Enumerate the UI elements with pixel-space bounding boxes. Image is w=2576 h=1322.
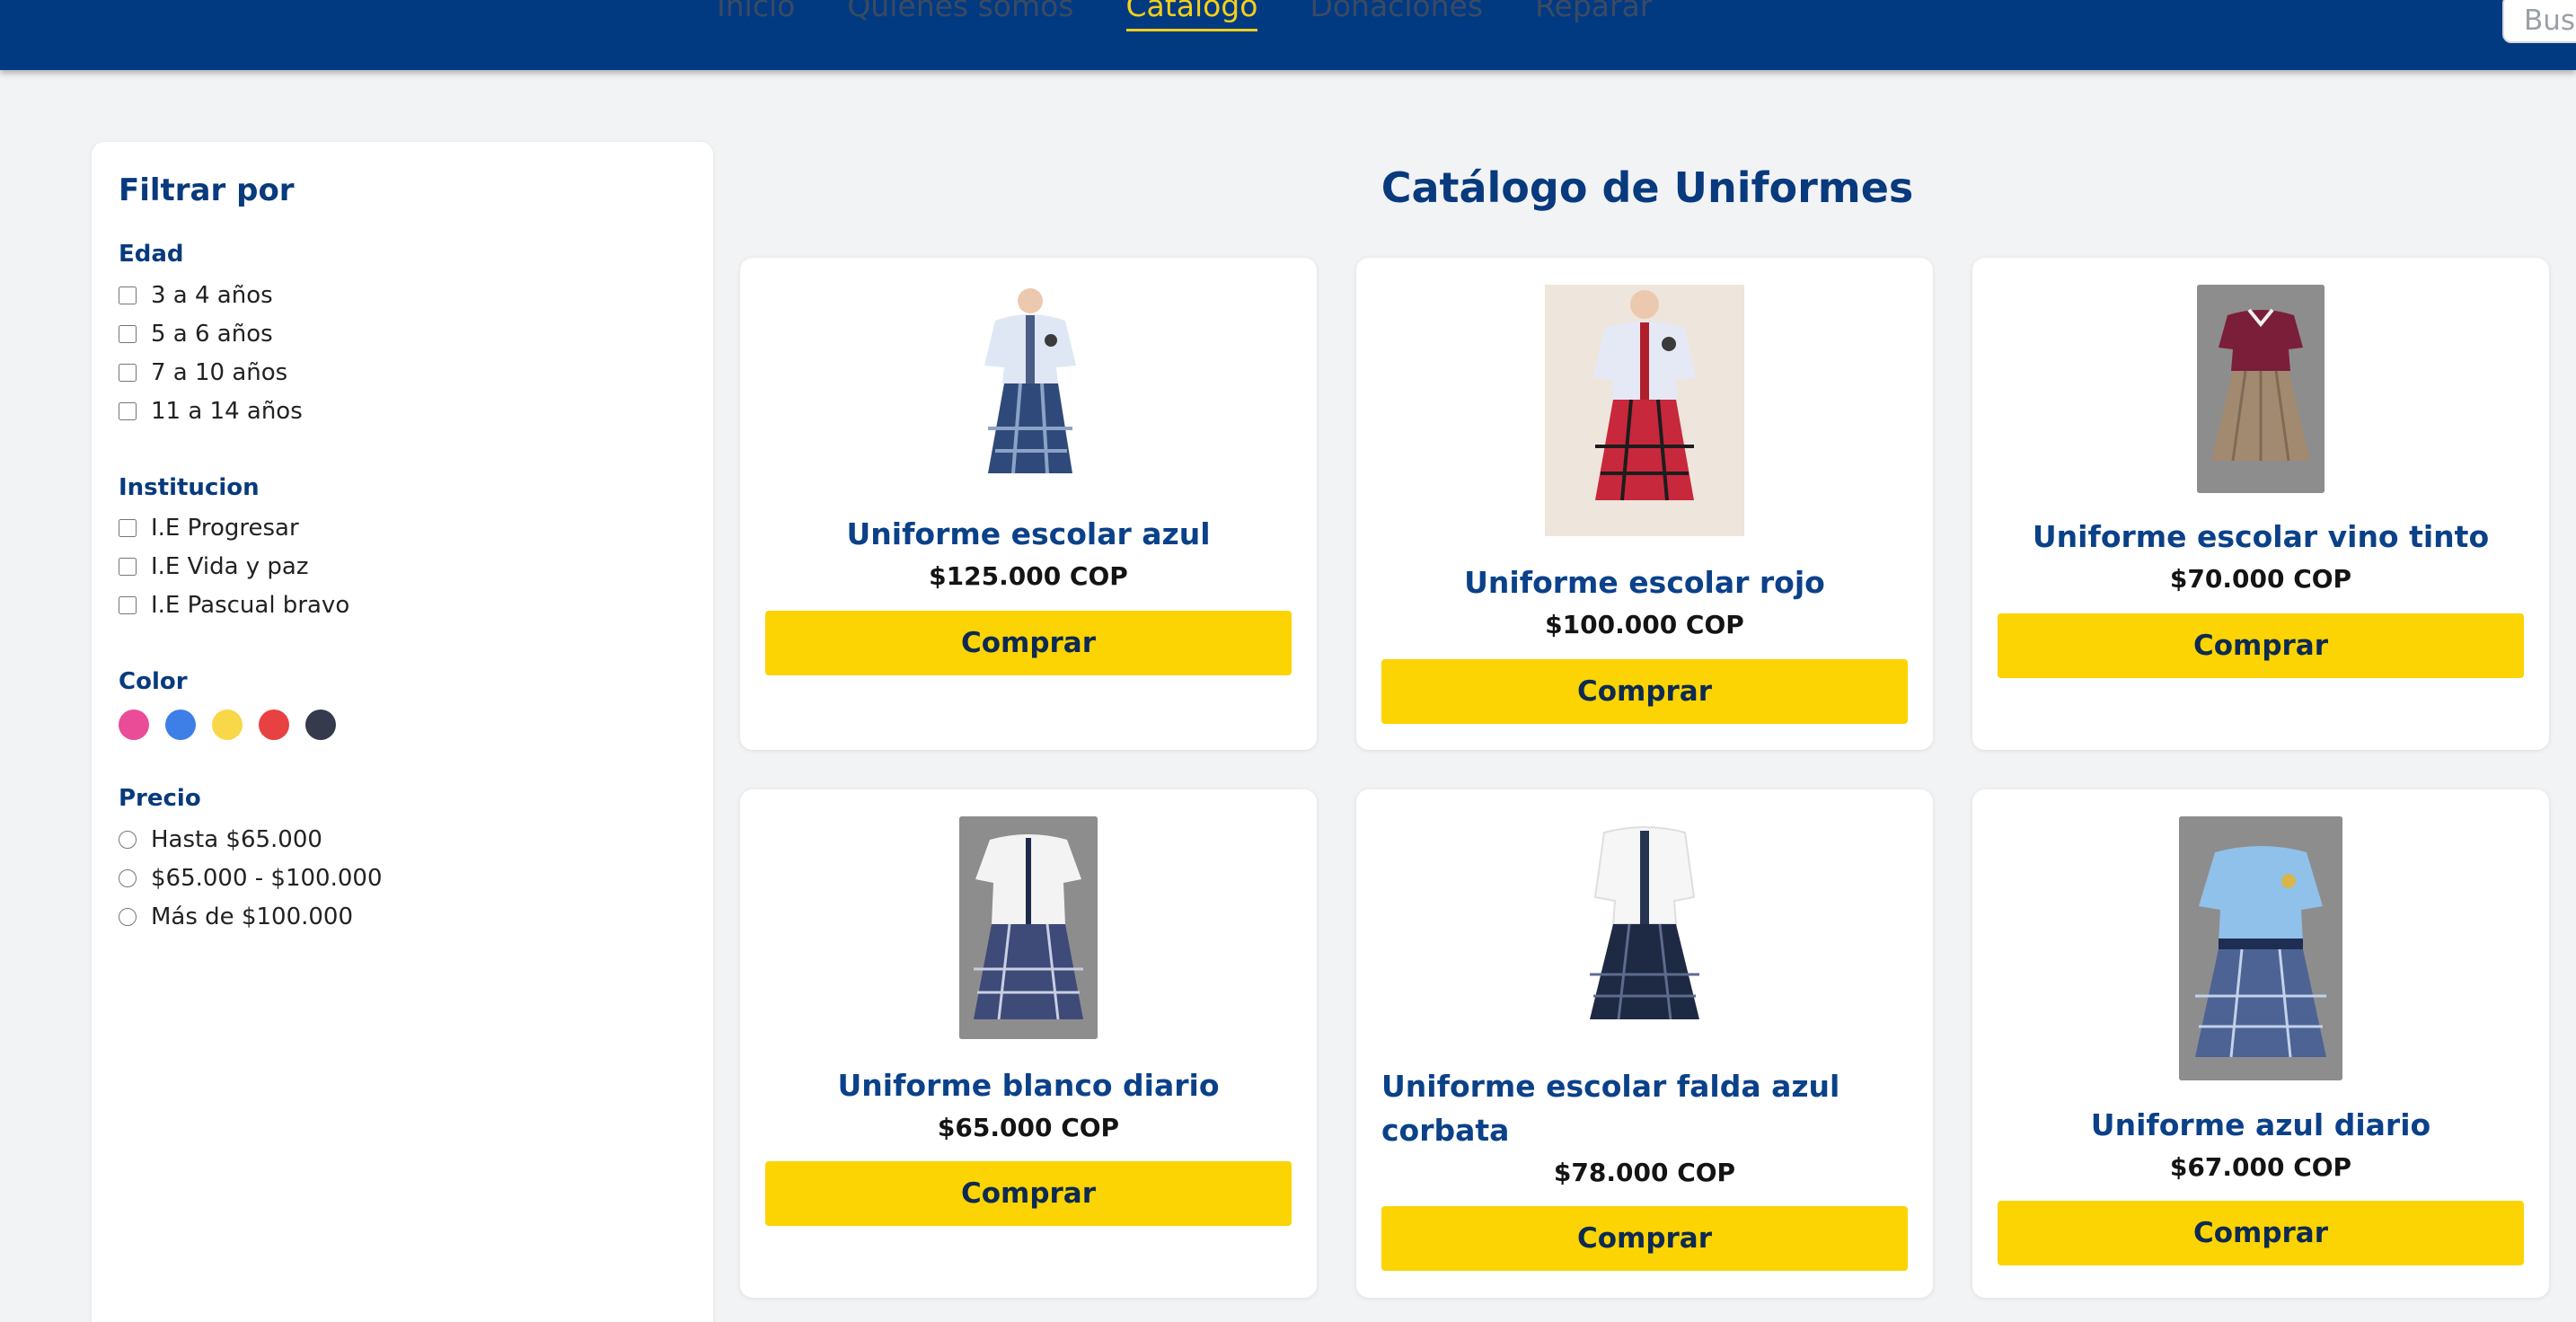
nav-item-inicio[interactable]: Inicio [717, 0, 795, 21]
product-card: Uniforme azul diario $67.000 COP Comprar [1972, 789, 2549, 1298]
product-image[interactable] [959, 816, 1098, 1039]
filter-group-institucion-title: Institucion [119, 474, 260, 501]
filter-institucion-option[interactable]: I.E Vida y paz [119, 553, 309, 580]
nav-item-quienes-somos[interactable]: Quiénes somos [847, 0, 1073, 21]
filter-edad-option[interactable]: 11 a 14 años [119, 398, 303, 425]
option-label: $65.000 - $100.000 [151, 865, 383, 892]
filter-edad-option[interactable]: 7 a 10 años [119, 359, 287, 386]
checkbox[interactable] [119, 286, 137, 304]
filter-precio-option[interactable]: Hasta $65.000 [119, 826, 322, 853]
product-image[interactable] [2179, 816, 2342, 1080]
product-card: Uniforme escolar azul $125.000 COP Compr… [740, 258, 1317, 750]
color-swatch-pink[interactable] [119, 709, 149, 740]
checkbox[interactable] [119, 402, 137, 420]
option-label: 3 a 4 años [151, 282, 273, 309]
search-input[interactable] [2502, 0, 2576, 43]
checkbox[interactable] [119, 519, 137, 537]
color-swatch-yellow[interactable] [212, 709, 243, 740]
filter-edad-option[interactable]: 3 a 4 años [119, 282, 273, 309]
product-name[interactable]: Uniforme escolar azul [765, 512, 1292, 556]
product-card: Uniforme blanco diario $65.000 COP Compr… [740, 789, 1317, 1298]
buy-button[interactable]: Comprar [1998, 613, 2524, 678]
option-label: Más de $100.000 [151, 903, 353, 930]
option-label: I.E Progresar [151, 515, 299, 542]
product-price: $78.000 COP [1553, 1158, 1736, 1187]
filter-precio-option[interactable]: $65.000 - $100.000 [119, 865, 383, 892]
checkbox[interactable] [119, 558, 137, 576]
filter-group-edad-title: Edad [119, 241, 184, 268]
product-card: Uniforme escolar vino tinto $70.000 COP … [1972, 258, 2549, 750]
filter-title: Filtrar por [119, 172, 295, 208]
product-image[interactable] [2197, 285, 2325, 493]
product-price: $67.000 COP [2169, 1152, 2352, 1182]
nav-item-reparar[interactable]: Reparar [1535, 0, 1652, 21]
product-card: Uniforme escolar falda azul corbata $78.… [1356, 789, 1933, 1298]
color-swatch-dark[interactable] [305, 709, 336, 740]
option-label: 11 a 14 años [151, 398, 303, 425]
catalog-title: Catálogo de Uniformes [1381, 163, 1914, 212]
buy-button[interactable]: Comprar [765, 611, 1292, 675]
product-price: $70.000 COP [2169, 564, 2352, 594]
product-image[interactable] [1574, 816, 1716, 1028]
filter-institucion-option[interactable]: I.E Pascual bravo [119, 592, 349, 619]
filter-group-precio-title: Precio [119, 785, 201, 812]
product-name[interactable]: Uniforme escolar vino tinto [1998, 515, 2524, 559]
filter-edad-option[interactable]: 5 a 6 años [119, 321, 273, 348]
top-navbar: Inicio Quiénes somos Catalogo Donaciones… [0, 0, 2576, 70]
checkbox[interactable] [119, 325, 137, 343]
color-swatches [119, 709, 352, 740]
product-price: $100.000 COP [1545, 610, 1744, 639]
buy-button[interactable]: Comprar [1381, 1206, 1908, 1271]
option-label: 5 a 6 años [151, 321, 273, 348]
product-image[interactable] [932, 285, 1128, 484]
option-label: 7 a 10 años [151, 359, 288, 386]
checkbox[interactable] [119, 596, 137, 614]
filter-institucion-option[interactable]: I.E Progresar [119, 515, 299, 542]
option-label: I.E Vida y paz [151, 553, 309, 580]
radio[interactable] [119, 869, 137, 887]
product-name[interactable]: Uniforme blanco diario [765, 1063, 1292, 1107]
option-label: I.E Pascual bravo [151, 592, 350, 619]
main-nav: Inicio Quiénes somos Catalogo Donaciones… [717, 0, 1704, 45]
checkbox[interactable] [119, 364, 137, 382]
color-swatch-blue[interactable] [165, 709, 196, 740]
product-price: $125.000 COP [929, 561, 1128, 591]
radio[interactable] [119, 908, 137, 926]
filter-sidebar: Filtrar por Edad 3 a 4 años 5 a 6 años 7… [92, 142, 713, 1322]
product-card: Uniforme escolar rojo $100.000 COP Compr… [1356, 258, 1933, 750]
product-name[interactable]: Uniforme escolar falda azul corbata [1381, 1064, 1908, 1152]
product-image[interactable] [1545, 285, 1744, 536]
buy-button[interactable]: Comprar [765, 1161, 1292, 1226]
buy-button[interactable]: Comprar [1998, 1201, 2524, 1265]
product-name[interactable]: Uniforme escolar rojo [1381, 560, 1908, 604]
option-label: Hasta $65.000 [151, 826, 322, 853]
product-name[interactable]: Uniforme azul diario [1998, 1103, 2524, 1147]
filter-group-color-title: Color [119, 668, 188, 695]
radio[interactable] [119, 831, 137, 849]
filter-precio-option[interactable]: Más de $100.000 [119, 903, 353, 930]
nav-item-donaciones[interactable]: Donaciones [1310, 0, 1483, 21]
nav-item-catalogo[interactable]: Catalogo [1125, 0, 1258, 31]
product-price: $65.000 COP [937, 1113, 1120, 1142]
buy-button[interactable]: Comprar [1381, 659, 1908, 724]
color-swatch-red[interactable] [259, 709, 289, 740]
